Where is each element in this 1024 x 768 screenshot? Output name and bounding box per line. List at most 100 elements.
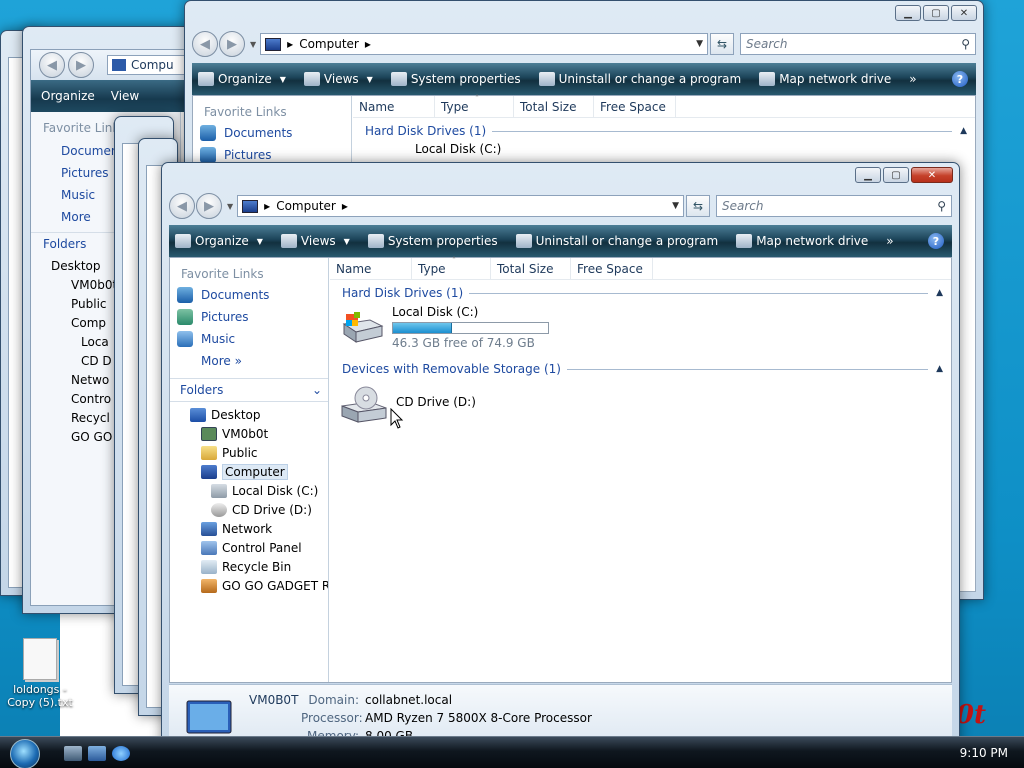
address-dropdown-icon[interactable]: ▼ bbox=[672, 201, 679, 211]
user-folder-icon bbox=[201, 426, 217, 441]
app-icon bbox=[201, 578, 217, 593]
tree-computer[interactable]: Computer bbox=[170, 462, 328, 481]
drive-cd[interactable]: CD Drive (D:) bbox=[330, 380, 951, 440]
recent-pages-icon[interactable]: ▼ bbox=[227, 202, 233, 211]
group-removable[interactable]: Devices with Removable Storage (1) ▲ bbox=[330, 358, 951, 380]
recent-pages-icon[interactable]: ▼ bbox=[250, 40, 256, 49]
internet-explorer-icon[interactable] bbox=[112, 746, 130, 761]
pictures-icon bbox=[200, 147, 216, 163]
file-list: Name Type ˄ Total Size Free Space Hard Di… bbox=[330, 256, 951, 682]
address-dropdown-icon[interactable]: ▼ bbox=[696, 39, 703, 49]
fav-music[interactable]: Music bbox=[170, 328, 328, 350]
collapse-icon: ▲ bbox=[960, 126, 967, 136]
uninstall-icon bbox=[515, 234, 532, 248]
fav-documents[interactable]: Documents bbox=[170, 284, 328, 306]
organize-icon bbox=[198, 72, 214, 86]
fav-pictures[interactable]: Pictures bbox=[170, 306, 328, 328]
breadcrumb-sep-icon: ▸ bbox=[264, 199, 271, 213]
forward-icon[interactable]: ▶ bbox=[68, 52, 94, 78]
column-total-size[interactable]: Total Size bbox=[514, 95, 594, 118]
tree-public[interactable]: Public bbox=[170, 443, 328, 462]
hard-disk-icon bbox=[342, 312, 384, 343]
sort-icon: ˄ bbox=[475, 93, 479, 103]
computer-icon bbox=[242, 199, 259, 213]
map-network-drive-button[interactable]: Map network drive bbox=[759, 72, 891, 86]
column-name[interactable]: Name bbox=[330, 257, 412, 280]
column-type[interactable]: Type ˄ bbox=[412, 256, 491, 280]
folders-header[interactable]: Folders ⌄ bbox=[170, 378, 328, 402]
refresh-icon[interactable]: ⇆ bbox=[710, 33, 734, 55]
close-button[interactable]: ✕ bbox=[951, 5, 977, 21]
refresh-icon[interactable]: ⇆ bbox=[686, 195, 710, 217]
group-hard-disk[interactable]: Hard Disk Drives (1) ▲ bbox=[353, 120, 975, 142]
chevron-more-icon[interactable]: » bbox=[886, 234, 893, 248]
views-button[interactable]: View bbox=[111, 89, 139, 103]
organize-button[interactable]: Organize ▼ bbox=[175, 234, 263, 248]
desktop-icon-textfile[interactable]: loldongs - Copy (5).txt bbox=[2, 638, 78, 709]
help-icon[interactable]: ? bbox=[952, 71, 968, 87]
views-button[interactable]: Views ▼ bbox=[303, 72, 373, 86]
text-file-icon bbox=[23, 638, 57, 680]
tree-desktop[interactable]: Desktop bbox=[170, 405, 328, 424]
map-network-drive-button[interactable]: Map network drive bbox=[736, 234, 868, 248]
taskbar: 9:10 PM bbox=[0, 736, 1024, 768]
tree-cd-drive[interactable]: CD Drive (D:) bbox=[170, 500, 328, 519]
search-input[interactable]: Search ⚲ bbox=[740, 33, 976, 55]
address-text[interactable]: Computer bbox=[276, 199, 336, 213]
search-input[interactable]: Search ⚲ bbox=[716, 195, 952, 217]
uninstall-button[interactable]: Uninstall or change a program bbox=[515, 234, 718, 248]
views-button[interactable]: Views ▼ bbox=[280, 234, 350, 248]
tree-control-panel[interactable]: Control Panel bbox=[170, 538, 328, 557]
mouse-cursor-icon bbox=[390, 408, 404, 429]
breadcrumb-sep-icon: ▸ bbox=[341, 199, 348, 213]
column-free-space[interactable]: Free Space bbox=[594, 95, 676, 118]
column-free-space[interactable]: Free Space bbox=[571, 257, 653, 280]
tree-local-disk[interactable]: Local Disk (C:) bbox=[170, 481, 328, 500]
help-icon[interactable]: ? bbox=[928, 233, 944, 249]
fav-documents[interactable]: Documents bbox=[193, 122, 351, 144]
column-name[interactable]: Name bbox=[353, 95, 435, 118]
processor-label: Processor: bbox=[301, 711, 363, 725]
start-button[interactable] bbox=[10, 739, 40, 768]
folder-icon bbox=[201, 445, 217, 460]
organize-button[interactable]: Organize bbox=[41, 89, 95, 103]
drive-local-disk[interactable]: Local Disk (C:) 46.3 GB free of 74.9 GB bbox=[330, 304, 951, 356]
desktop-icon bbox=[190, 407, 206, 422]
chevron-more-icon[interactable]: » bbox=[909, 72, 916, 86]
organize-button[interactable]: Organize ▼ bbox=[198, 72, 286, 86]
back-icon[interactable]: ◀ bbox=[39, 52, 65, 78]
more-link[interactable]: More » bbox=[170, 350, 328, 372]
forward-icon[interactable]: ▶ bbox=[219, 31, 245, 57]
uninstall-button[interactable]: Uninstall or change a program bbox=[538, 72, 741, 86]
forward-icon[interactable]: ▶ bbox=[196, 193, 222, 219]
address-bar[interactable]: ▸ Computer ▸ ▼ bbox=[237, 195, 684, 217]
tree-gadget[interactable]: GO GO GADGET RA bbox=[170, 576, 328, 595]
group-hard-disk[interactable]: Hard Disk Drives (1) ▲ bbox=[330, 282, 951, 304]
drive-local-disk[interactable]: Local Disk (C:) bbox=[353, 142, 975, 156]
back-icon[interactable]: ◀ bbox=[192, 31, 218, 57]
minimize-button[interactable]: ▁ bbox=[895, 5, 921, 21]
search-icon[interactable]: ⚲ bbox=[961, 37, 970, 51]
system-properties-button[interactable]: System properties bbox=[390, 72, 521, 86]
close-button[interactable]: ✕ bbox=[911, 167, 953, 183]
show-desktop-icon[interactable] bbox=[64, 746, 82, 761]
address-text[interactable]: Computer bbox=[299, 37, 359, 51]
system-properties-icon bbox=[367, 234, 384, 248]
switch-windows-icon[interactable] bbox=[88, 746, 106, 761]
column-type[interactable]: Type ˄ bbox=[435, 93, 514, 118]
collapse-icon: ▲ bbox=[936, 364, 943, 374]
maximize-button[interactable]: ▢ bbox=[883, 167, 909, 183]
tree-user[interactable]: VM0b0t bbox=[170, 424, 328, 443]
column-total-size[interactable]: Total Size bbox=[491, 257, 571, 280]
tree-network[interactable]: Network bbox=[170, 519, 328, 538]
maximize-button[interactable]: ▢ bbox=[923, 5, 949, 21]
search-icon[interactable]: ⚲ bbox=[937, 199, 946, 213]
system-properties-button[interactable]: System properties bbox=[367, 234, 498, 248]
minimize-button[interactable]: ▁ bbox=[855, 167, 881, 183]
command-bar: Organize ▼ Views ▼ System properties Unins… bbox=[192, 63, 976, 95]
computer-window[interactable]: ▁ ▢ ✕ ◀ ▶ ▼ ▸ Computer ▸ ▼ ⇆ Search ⚲ Or… bbox=[161, 162, 960, 760]
back-icon[interactable]: ◀ bbox=[169, 193, 195, 219]
taskbar-clock[interactable]: 9:10 PM bbox=[960, 746, 1008, 760]
tree-recycle-bin[interactable]: Recycle Bin bbox=[170, 557, 328, 576]
drive-c-name: Local Disk (C:) bbox=[392, 305, 479, 319]
